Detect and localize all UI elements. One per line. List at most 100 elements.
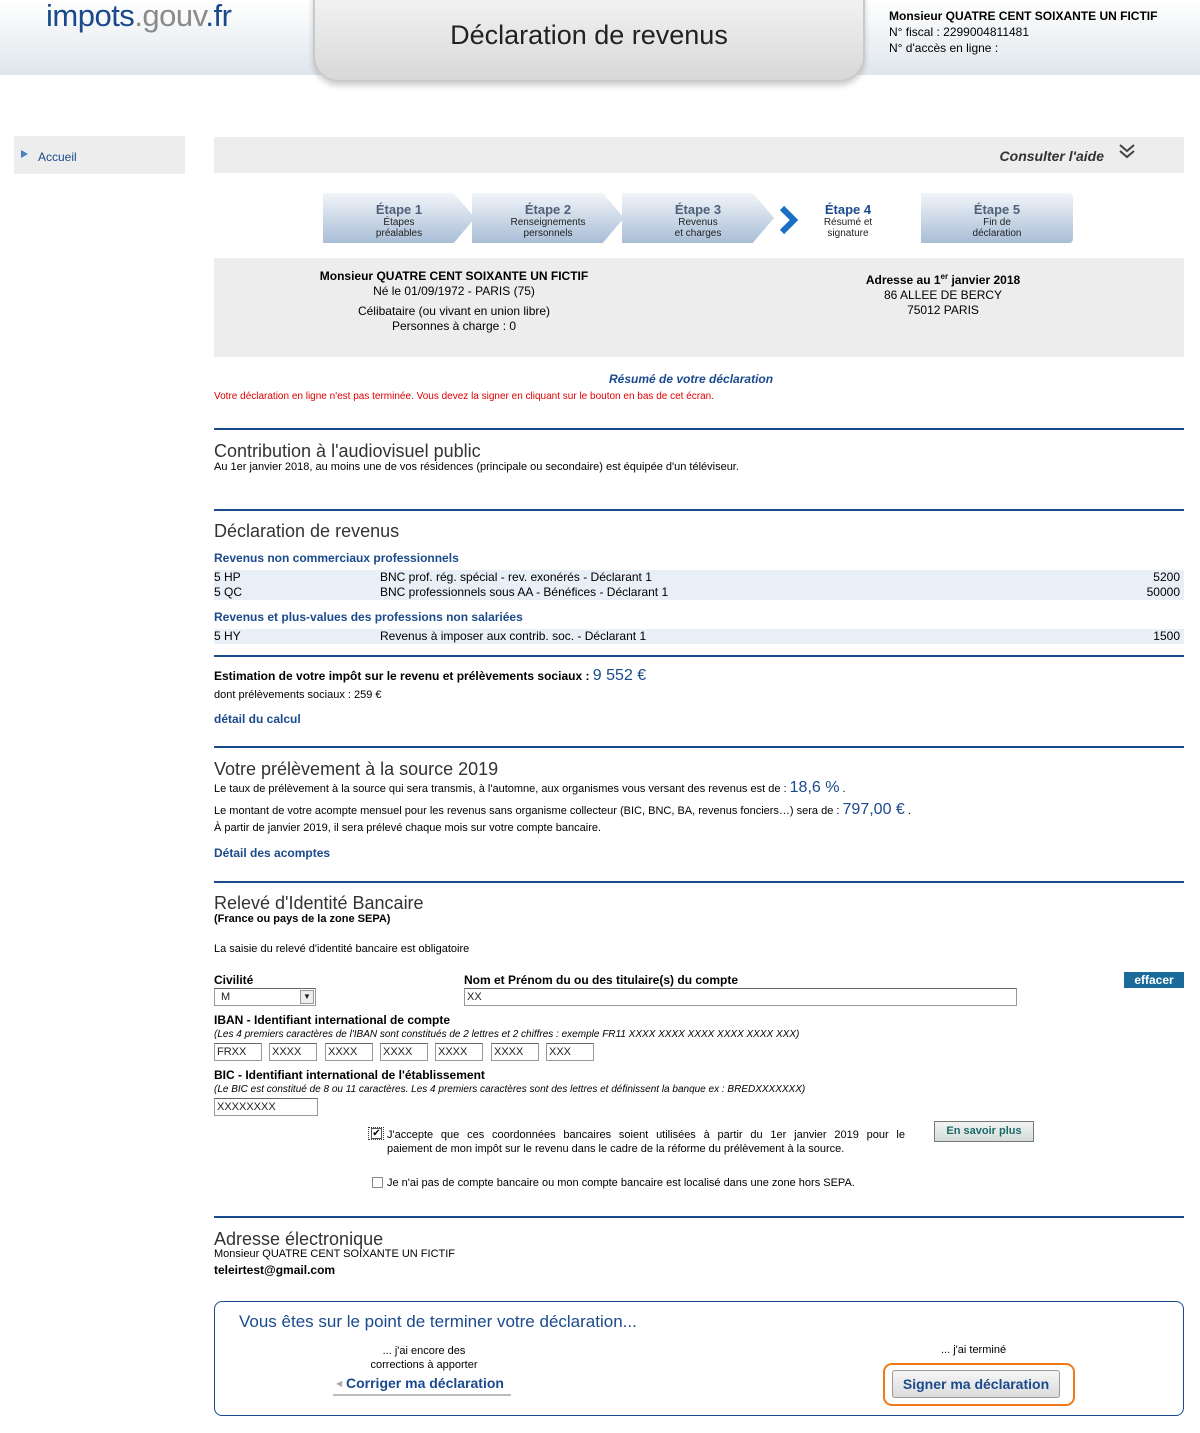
- civility-select[interactable]: M ▼: [214, 988, 316, 1006]
- triangle-left-icon: ◀: [336, 1379, 343, 1388]
- step-number: Étape 4: [824, 202, 872, 217]
- chevron-down-icon[interactable]: ▼: [300, 990, 314, 1004]
- iban-part-input[interactable]: XXXX: [435, 1043, 483, 1061]
- iban-label: IBAN - Identifiant international de comp…: [214, 1013, 451, 1027]
- step-5: Étape 5 Fin de déclaration: [921, 193, 1073, 243]
- section-divider: [214, 881, 1184, 883]
- accept-line: J'accepte que ces coordonnées bancaires …: [387, 1129, 905, 1141]
- user-header: Monsieur QUATRE CENT SOIXANTE UN FICTIF …: [889, 8, 1157, 56]
- step-2[interactable]: Étape 2 Renseignements personnels: [472, 193, 624, 243]
- step-label: préalables: [375, 228, 423, 239]
- income-section-title: Déclaration de revenus: [214, 521, 400, 541]
- clear-button[interactable]: effacer: [1124, 972, 1184, 988]
- iban-part-input[interactable]: XXXX: [269, 1043, 317, 1061]
- installment-value: 797,00 €: [842, 801, 905, 818]
- finish-title: Vous êtes sur le point de terminer votre…: [239, 1312, 637, 1331]
- site-logo[interactable]: impots.gouv.fr: [46, 0, 232, 34]
- user-name: Monsieur QUATRE CENT SOIXANTE UN FICTIF: [889, 9, 1158, 23]
- section-divider: [214, 509, 1184, 511]
- withholding-rate: Le taux de prélèvement à la source qui s…: [214, 779, 846, 796]
- bic-input[interactable]: XXXXXXXX: [214, 1098, 318, 1116]
- bic-label: BIC - Identifiant international de l'éta…: [214, 1068, 485, 1082]
- rib-section-title: Relevé d'Identité Bancaire: [214, 893, 424, 913]
- income-code: 5 QC: [214, 585, 243, 599]
- tax-estimate-label: Estimation de votre impôt sur le revenu …: [214, 669, 590, 683]
- tax-estimate-amount: 9 552 €: [592, 667, 647, 684]
- income-value: 1500: [1153, 629, 1180, 643]
- step-4-current: Étape 4 Résumé et signature: [798, 193, 898, 243]
- step-3[interactable]: Étape 3 Revenus et charges: [622, 193, 774, 243]
- civility-label: Civilité: [214, 973, 254, 987]
- iban-part-input[interactable]: XXXX: [325, 1043, 373, 1061]
- withholding-rate-value: 18,6 %: [789, 779, 840, 796]
- step-label: Résumé et: [823, 217, 873, 228]
- rib-mandatory-note: La saisie du relevé d'identité bancaire …: [214, 943, 470, 955]
- iban-part-input[interactable]: XXXX: [491, 1043, 539, 1061]
- iban-part-input[interactable]: FRXX: [214, 1043, 262, 1061]
- holder-label: Nom et Prénom du ou des titulaire(s) du …: [464, 973, 739, 987]
- table-row: 5 HY Revenus à imposer aux contrib. soc.…: [214, 629, 1184, 644]
- accept-checkbox[interactable]: ✔: [368, 1127, 384, 1140]
- help-link[interactable]: Consulter l'aide: [1000, 148, 1104, 164]
- access-number: N° d'accès en ligne :: [889, 41, 999, 55]
- audiovisual-text: Au 1er janvier 2018, au moins une de vos…: [214, 461, 739, 473]
- checkmark-icon: ✔: [371, 1128, 382, 1139]
- correct-button-label: Corriger ma déclaration: [346, 1375, 504, 1391]
- taxpayer-name: Monsieur QUATRE CENT SOIXANTE UN FICTIF: [319, 269, 589, 283]
- correct-button[interactable]: ◀ Corriger ma déclaration: [333, 1374, 511, 1396]
- income-group-title: Revenus non commerciaux professionnels: [214, 551, 459, 565]
- email-section-title: Adresse électronique: [214, 1229, 384, 1249]
- step-label: Renseignements: [510, 217, 586, 228]
- address-line: 75012 PARIS: [907, 303, 979, 317]
- table-row: 5 HP BNC prof. rég. spécial - rev. exoné…: [214, 570, 1184, 585]
- double-chevron-down-icon[interactable]: [1118, 142, 1136, 161]
- accept-text: J'accepte que ces coordonnées bancaires …: [387, 1128, 905, 1156]
- calculation-detail-link[interactable]: détail du calcul: [214, 712, 301, 726]
- monthly-installment: Le montant de votre acompte mensuel pour…: [214, 801, 911, 818]
- sidebar: Accueil: [14, 136, 185, 174]
- audiovisual-section-title: Contribution à l'audiovisuel public: [214, 441, 481, 461]
- address-title: Adresse au 1er janvier 2018: [842, 269, 1044, 288]
- withholding-rate-text: Le taux de prélèvement à la source qui s…: [214, 783, 787, 795]
- address-title-part: janvier 2018: [948, 273, 1021, 287]
- rib-subtitle: (France ou pays de la zone SEPA): [214, 913, 391, 925]
- finish-right-text: ... j'ai terminé: [941, 1344, 1007, 1356]
- step-number: Étape 1: [375, 202, 423, 217]
- holder-name-input[interactable]: XX: [464, 988, 1017, 1006]
- withholding-section-title: Votre prélèvement à la source 2019: [214, 759, 499, 779]
- learn-more-button[interactable]: En savoir plus: [934, 1121, 1034, 1142]
- taxpayer-status: Célibataire (ou vivant en union libre): [357, 304, 551, 318]
- taxpayer-birth: Né le 01/09/1972 - PARIS (75): [373, 284, 535, 298]
- finish-left-line: corrections à apporter: [370, 1359, 478, 1371]
- income-value: 50000: [1146, 585, 1180, 599]
- summary-title: Résumé de votre déclaration: [609, 372, 774, 386]
- finish-left-text: ... j'ai encore des corrections à apport…: [335, 1344, 513, 1372]
- page-title: Déclaration de revenus: [313, 0, 865, 82]
- step-1[interactable]: Étape 1 Étapes préalables: [323, 193, 475, 243]
- address-title-sup: er: [940, 272, 949, 281]
- tax-estimate: Estimation de votre impôt sur le revenu …: [214, 667, 646, 685]
- help-bar: Consulter l'aide: [214, 137, 1184, 173]
- sign-button[interactable]: Signer ma déclaration: [892, 1370, 1060, 1398]
- step-number: Étape 5: [973, 202, 1021, 217]
- iban-part-input[interactable]: XXXX: [380, 1043, 428, 1061]
- fiscal-number: N° fiscal : 2299004811481: [889, 25, 1030, 39]
- income-label: Revenus à imposer aux contrib. soc. - Dé…: [380, 629, 647, 643]
- logo-text-ext: .fr: [205, 0, 232, 33]
- table-row: 5 QC BNC professionnels sous AA - Bénéfi…: [214, 585, 1184, 600]
- step-label: Revenus: [678, 217, 718, 228]
- no-account-checkbox[interactable]: [372, 1177, 383, 1188]
- civility-value: M: [221, 991, 231, 1003]
- sidebar-item-home[interactable]: Accueil: [38, 150, 77, 164]
- iban-part-input[interactable]: XXX: [546, 1043, 594, 1061]
- triangle-right-icon: [21, 150, 28, 158]
- no-account-text: Je n'ai pas de compte bancaire ou mon co…: [387, 1177, 855, 1189]
- logo-text-main: impots: [46, 0, 135, 33]
- taxpayer-dependents: Personnes à charge : 0: [391, 319, 517, 333]
- section-divider: [214, 1216, 1184, 1218]
- iban-hint: (Les 4 premiers caractères de l'IBAN son…: [214, 1029, 800, 1040]
- unsigned-warning: Votre déclaration en ligne n'est pas ter…: [214, 391, 715, 402]
- step-label: signature: [827, 228, 869, 239]
- installments-detail-link[interactable]: Détail des acomptes: [214, 846, 330, 860]
- taxpayer-info: Monsieur QUATRE CENT SOIXANTE UN FICTIF …: [214, 258, 1184, 357]
